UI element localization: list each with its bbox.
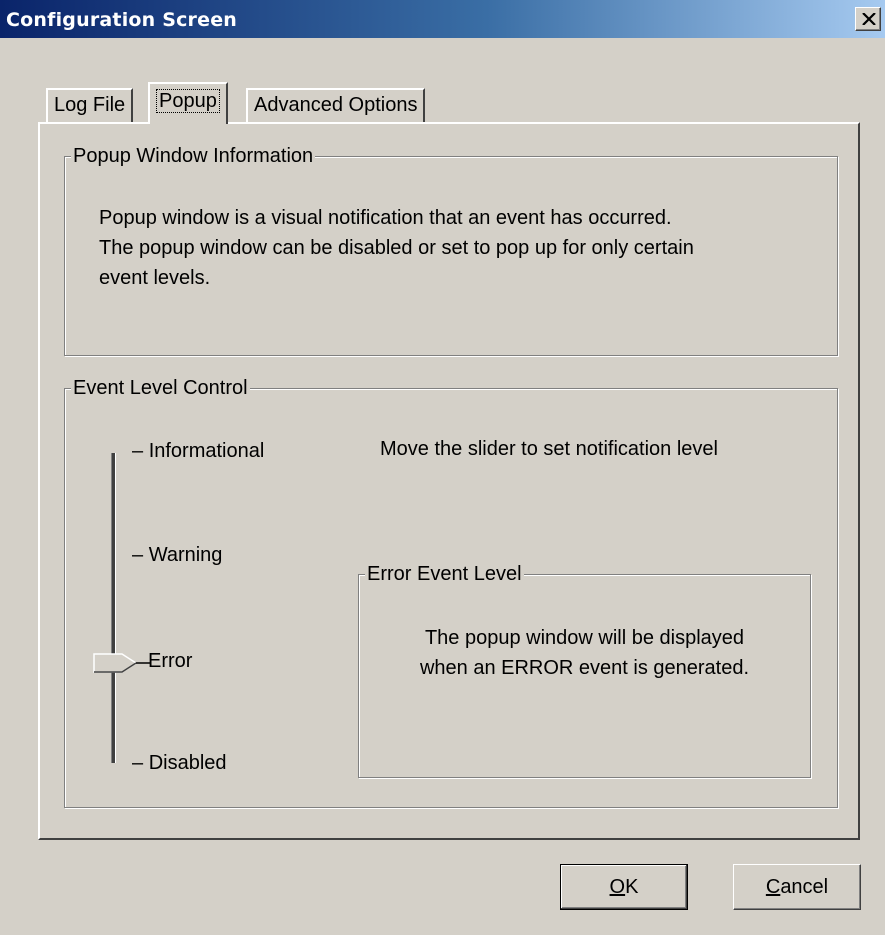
info-line: Popup window is a visual notification th…	[99, 207, 672, 229]
popup-info-text: Popup window is a visual notification th…	[99, 203, 829, 293]
tab-advanced-options[interactable]: Advanced Options	[246, 88, 426, 122]
title-bar[interactable]: Configuration Screen	[0, 0, 885, 38]
tick-disabled: – Disabled	[132, 752, 227, 775]
cancel-button[interactable]: Cancel	[733, 864, 861, 910]
tick-error: Error	[148, 650, 192, 673]
group-label: Error Event Level	[365, 562, 524, 586]
slider-instruction: Move the slider to set notification leve…	[380, 438, 718, 460]
description-line: when an ERROR event is generated.	[419, 657, 750, 679]
tab-log-file[interactable]: Log File	[46, 88, 134, 122]
description-line: The popup window will be displayed	[424, 627, 745, 649]
button-label: ancel	[780, 876, 829, 898]
tick-mark: –	[132, 544, 144, 566]
group-label: Popup Window Information	[71, 144, 316, 168]
tab-label: Advanced Options	[254, 94, 418, 116]
tick-warning: – Warning	[132, 544, 222, 567]
tab-label: Log File	[54, 94, 126, 116]
info-line: event levels.	[99, 267, 211, 289]
tick-label: Informational	[148, 440, 265, 462]
popup-window-info-group: Popup Window Information Popup window is…	[64, 144, 838, 356]
error-level-description: The popup window will be displayed when …	[359, 623, 810, 683]
tick-label: Warning	[148, 544, 223, 566]
tab-label: Popup	[156, 89, 220, 113]
close-button[interactable]	[855, 7, 881, 31]
group-label: Event Level Control	[71, 376, 250, 400]
close-icon	[862, 13, 876, 25]
slider-thumb[interactable]	[92, 650, 152, 676]
error-event-level-group: Error Event Level The popup window will …	[358, 562, 811, 778]
info-line: The popup window can be disabled or set …	[99, 237, 694, 259]
ok-button[interactable]: OK	[560, 864, 688, 910]
slider-track[interactable]	[111, 453, 116, 763]
tick-label: Error	[148, 650, 193, 672]
tick-mark: –	[132, 440, 144, 462]
mnemonic: O	[609, 876, 626, 898]
tab-popup[interactable]: Popup	[148, 82, 228, 124]
tick-label: Disabled	[148, 752, 227, 774]
window-title: Configuration Screen	[6, 9, 238, 31]
mnemonic: C	[765, 876, 781, 898]
button-label: K	[625, 876, 639, 898]
tick-informational: – Informational	[132, 440, 264, 463]
tick-mark: –	[132, 752, 144, 774]
